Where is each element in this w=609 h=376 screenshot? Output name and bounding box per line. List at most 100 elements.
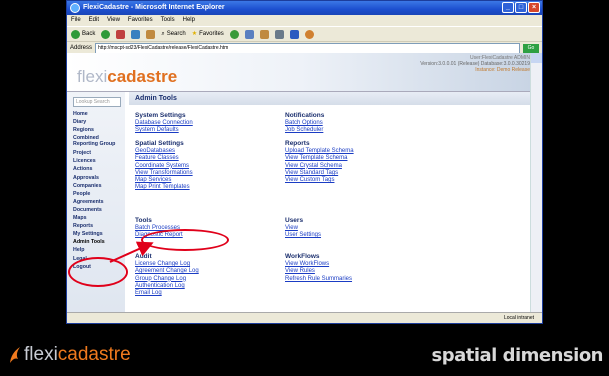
- section-reports: Reports Upload Template Schema View Temp…: [285, 140, 354, 184]
- link-map-print-templates[interactable]: Map Print Templates: [135, 184, 193, 191]
- menu-bar: File Edit View Favorites Tools Help: [67, 15, 542, 26]
- home-button[interactable]: [146, 29, 156, 39]
- edit-button[interactable]: [289, 29, 299, 39]
- link-upload-template-schema[interactable]: Upload Template Schema: [285, 148, 354, 155]
- link-view-standard-tags[interactable]: View Standard Tags: [285, 170, 354, 177]
- section-notifications: Notifications Batch Options Job Schedule…: [285, 112, 324, 135]
- refresh-button[interactable]: [131, 29, 141, 39]
- sidebar-item-combined-reporting-group[interactable]: Combined Reporting Group: [73, 134, 125, 149]
- menu-file[interactable]: File: [71, 15, 81, 26]
- sidebar-item-companies[interactable]: Companies: [73, 182, 125, 190]
- sidebar-item-maps[interactable]: Maps: [73, 214, 125, 222]
- favorites-button[interactable]: ★ Favorites: [192, 27, 224, 41]
- menu-tools[interactable]: Tools: [161, 15, 175, 26]
- section-title: Reports: [285, 140, 310, 147]
- zone-label: Local intranet: [503, 315, 534, 321]
- section-title: Spatial Settings: [135, 140, 184, 147]
- link-geodatabases[interactable]: GeoDatabases: [135, 148, 193, 155]
- ie-icon: [70, 3, 80, 13]
- history-button[interactable]: [244, 29, 254, 39]
- section-title: Notifications: [285, 112, 325, 119]
- back-arrow-icon: [71, 29, 80, 39]
- menu-view[interactable]: View: [107, 15, 120, 26]
- link-view-rules[interactable]: View Rules: [285, 268, 352, 275]
- link-user-settings[interactable]: User Settings: [285, 232, 321, 239]
- sidebar-item-actions[interactable]: Actions: [73, 165, 125, 173]
- sidebar-item-agreements[interactable]: Agreements: [73, 198, 125, 206]
- sidebar-item-licences[interactable]: Licences: [73, 157, 125, 165]
- sidebar-item-documents[interactable]: Documents: [73, 206, 125, 214]
- link-agreement-change-log[interactable]: Agreement Change Log: [135, 268, 199, 275]
- link-view-template-schema[interactable]: View Template Schema: [285, 155, 354, 162]
- link-view-crystal-schema[interactable]: View Crystal Schema: [285, 163, 354, 170]
- link-authentication-log[interactable]: Authentication Log: [135, 283, 199, 290]
- scroll-up-icon[interactable]: [531, 53, 542, 63]
- sidebar-item-regions[interactable]: Regions: [73, 126, 125, 134]
- star-icon: ★: [191, 31, 198, 37]
- link-database-connection[interactable]: Database Connection: [135, 120, 193, 127]
- page-content: flexicadastre User:FlexiCadastre ADMIN V…: [67, 53, 532, 315]
- footer-brand-logo: flexi cadastre: [8, 344, 131, 366]
- link-coordinate-systems[interactable]: Coordinate Systems: [135, 163, 193, 170]
- menu-favorites[interactable]: Favorites: [128, 15, 153, 26]
- highlight-circle-map-services: [141, 229, 229, 251]
- sidebar-item-home[interactable]: Home: [73, 110, 125, 118]
- sidebar-item-help[interactable]: Help: [73, 246, 125, 254]
- main-panel: Admin Tools System Settings Database Con…: [129, 92, 532, 296]
- print-button[interactable]: [274, 29, 284, 39]
- maximize-button[interactable]: □: [515, 2, 527, 13]
- lookup-search-input[interactable]: Lookup Search: [73, 97, 121, 107]
- link-refresh-rule-summaries[interactable]: Refresh Rule Summaries: [285, 276, 352, 283]
- discuss-button[interactable]: [304, 29, 314, 39]
- version-info: User:FlexiCadastre ADMIN Version:3.0.0.0…: [420, 55, 530, 73]
- forward-button[interactable]: [101, 29, 111, 39]
- highlight-circle-admin-tools: [68, 257, 128, 287]
- section-system-settings: System Settings Database Connection Syst…: [135, 112, 193, 135]
- section-title: System Settings: [135, 112, 186, 119]
- stop-button[interactable]: [116, 29, 126, 39]
- partner-logo: spatial dimension: [431, 345, 604, 366]
- minimize-button[interactable]: _: [502, 2, 514, 13]
- search-icon: ⌕: [161, 31, 165, 37]
- sidebar-item-project[interactable]: Project: [73, 149, 125, 157]
- status-bar: Local intranet: [67, 312, 542, 323]
- link-license-change-log[interactable]: License Change Log: [135, 261, 199, 268]
- link-view-users[interactable]: View: [285, 225, 321, 232]
- address-label: Address: [70, 45, 93, 51]
- link-job-scheduler[interactable]: Job Scheduler: [285, 127, 324, 134]
- sidebar-item-my-settings[interactable]: My Settings: [73, 230, 125, 238]
- app-logo: flexicadastre: [77, 67, 178, 86]
- back-button[interactable]: Back: [71, 27, 95, 41]
- sidebar-item-reports[interactable]: Reports: [73, 222, 125, 230]
- link-system-defaults[interactable]: System Defaults: [135, 127, 193, 134]
- menu-help[interactable]: Help: [183, 15, 195, 26]
- link-view-custom-tags[interactable]: View Custom Tags: [285, 177, 354, 184]
- vertical-scrollbar[interactable]: [530, 53, 542, 315]
- instance-label: Instance: Demo Release: [475, 67, 530, 73]
- section-spatial-settings: Spatial Settings GeoDatabases Feature Cl…: [135, 140, 193, 192]
- sidebar-item-approvals[interactable]: Approvals: [73, 174, 125, 182]
- link-feature-classes[interactable]: Feature Classes: [135, 155, 193, 162]
- address-input[interactable]: http://mscpt-sd23/FlexiCadastre/release/…: [95, 42, 520, 54]
- sidebar-item-people[interactable]: People: [73, 190, 125, 198]
- link-group-change-log[interactable]: Group Change Log: [135, 276, 199, 283]
- title-bar: FlexiCadastre - Microsoft Internet Explo…: [67, 1, 542, 15]
- browser-window: FlexiCadastre - Microsoft Internet Explo…: [66, 0, 543, 324]
- search-button[interactable]: ⌕ Search: [161, 27, 185, 41]
- link-map-services[interactable]: Map Services: [135, 177, 193, 184]
- media-button[interactable]: [229, 29, 239, 39]
- section-title: WorkFlows: [285, 253, 320, 260]
- app-banner: flexicadastre User:FlexiCadastre ADMIN V…: [67, 53, 532, 92]
- link-email-log[interactable]: Email Log: [135, 290, 199, 297]
- sidebar-item-admin-tools[interactable]: Admin Tools: [73, 238, 125, 246]
- close-button[interactable]: ×: [528, 2, 540, 13]
- mail-button[interactable]: [259, 29, 269, 39]
- section-audit: Audit License Change Log Agreement Chang…: [135, 253, 199, 297]
- menu-edit[interactable]: Edit: [89, 15, 99, 26]
- link-view-transformations[interactable]: View Transformations: [135, 170, 193, 177]
- link-batch-options[interactable]: Batch Options: [285, 120, 324, 127]
- link-view-workflows[interactable]: View WorkFlows: [285, 261, 352, 268]
- go-button[interactable]: Go: [523, 43, 539, 53]
- sidebar-item-diary[interactable]: Diary: [73, 118, 125, 126]
- window-title: FlexiCadastre - Microsoft Internet Explo…: [83, 4, 225, 11]
